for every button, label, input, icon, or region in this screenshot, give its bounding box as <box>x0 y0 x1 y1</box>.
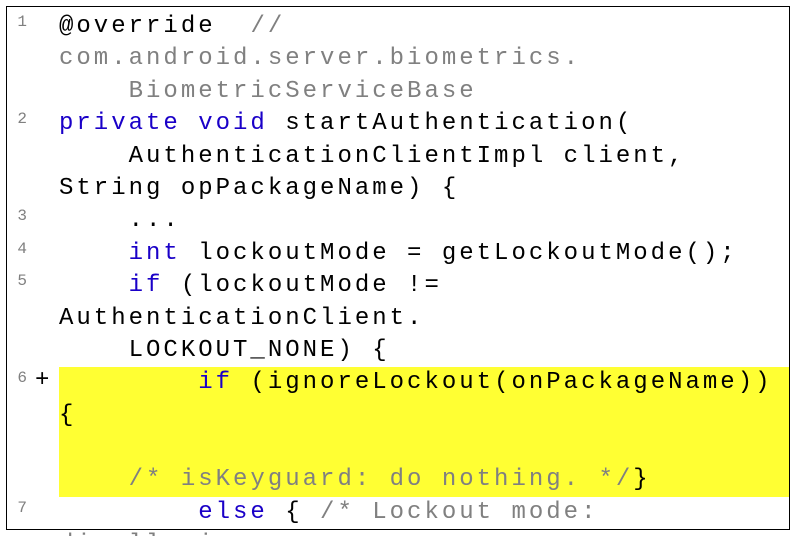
diff-plus-marker: + <box>35 367 59 394</box>
line-number: 5 <box>7 270 35 290</box>
code-text: if (lockoutMode != AuthenticationClient.… <box>59 270 789 367</box>
code-line: 4 int lockoutMode = getLockoutMode(); <box>7 238 789 270</box>
code-line: 3 ... <box>7 205 789 237</box>
line-number: 4 <box>7 238 35 258</box>
code-line: 6+ if (ignoreLockout(onPackageName)) { /… <box>7 367 789 497</box>
code-text: private void startAuthentication( Authen… <box>59 108 789 205</box>
code-line: 2 private void startAuthentication( Authe… <box>7 108 789 205</box>
code-line: 7 else { /* Lockout mode: disallowing au… <box>7 497 789 536</box>
code-text: @override // com.android.server.biometri… <box>59 11 789 108</box>
line-number: 2 <box>7 108 35 128</box>
code-line: 1 @override // com.android.server.biometr… <box>7 11 789 108</box>
line-number: 3 <box>7 205 35 225</box>
line-number: 7 <box>7 497 35 517</box>
line-number: 6 <box>7 367 35 387</box>
code-text: ... <box>59 205 789 237</box>
code-text: if (ignoreLockout(onPackageName)) { /* i… <box>59 367 789 497</box>
code-area: 1 @override // com.android.server.biometr… <box>7 7 789 536</box>
code-line: 5 if (lockoutMode != AuthenticationClien… <box>7 270 789 367</box>
code-listing: 1 @override // com.android.server.biometr… <box>6 6 790 530</box>
code-text: int lockoutMode = getLockoutMode(); <box>59 238 789 270</box>
code-text: else { /* Lockout mode: disallowing auth… <box>59 497 789 536</box>
line-number: 1 <box>7 11 35 31</box>
